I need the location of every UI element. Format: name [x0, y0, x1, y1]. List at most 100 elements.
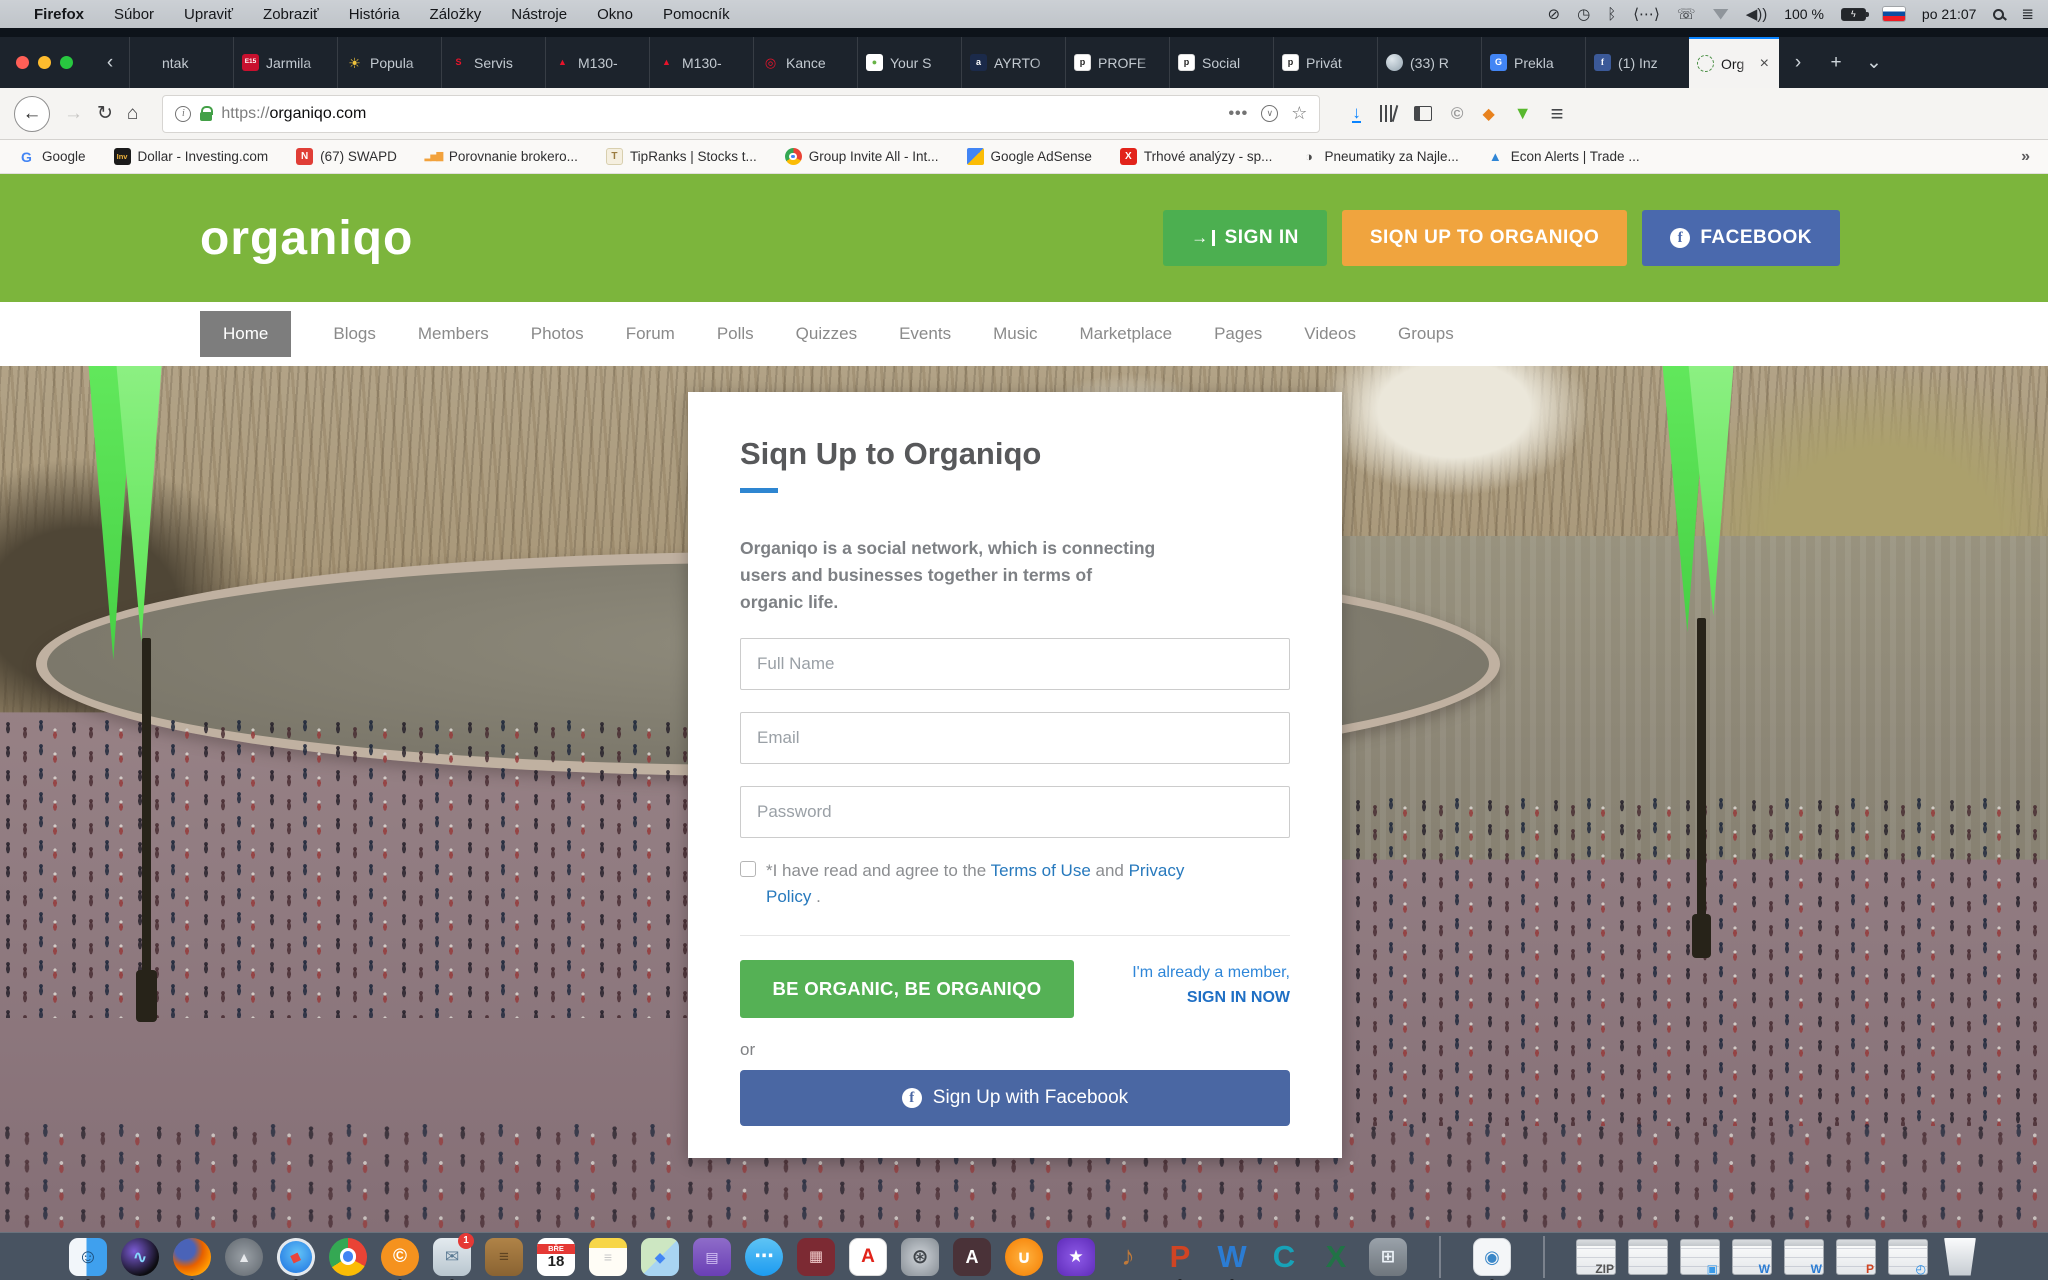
- bookmark-item[interactable]: ▂▅▇ Porovnanie brokero...: [425, 148, 578, 165]
- site-nav-item[interactable]: Members: [418, 324, 489, 344]
- site-nav-item[interactable]: Videos: [1304, 324, 1356, 344]
- sysprefs[interactable]: ⊛: [900, 1236, 940, 1278]
- notification-center-icon[interactable]: ≣: [2021, 5, 2034, 23]
- messages[interactable]: ⋯: [744, 1236, 784, 1278]
- browser-tab[interactable]: S Servis: [441, 37, 545, 88]
- browser-tab[interactable]: G Prekla: [1481, 37, 1585, 88]
- site-nav-item[interactable]: Blogs: [333, 324, 376, 344]
- document-window[interactable]: [1628, 1236, 1668, 1278]
- safari-window[interactable]: ◴: [1888, 1236, 1928, 1278]
- spotlight-search-icon[interactable]: [1993, 9, 2004, 20]
- facebook-header-button[interactable]: f FACEBOOK: [1642, 210, 1840, 266]
- chrome[interactable]: [328, 1236, 368, 1278]
- agree-checkbox[interactable]: [740, 861, 756, 877]
- browser-tab[interactable]: f (1) Inz: [1585, 37, 1689, 88]
- zoom-window-button[interactable]: [60, 56, 73, 69]
- imovie[interactable]: ★: [1056, 1236, 1096, 1278]
- menu-item[interactable]: Záložky: [430, 6, 482, 23]
- word[interactable]: W: [1212, 1236, 1252, 1278]
- trash[interactable]: [1940, 1236, 1980, 1278]
- slovak-flag-icon[interactable]: [1883, 7, 1905, 21]
- browser-tab[interactable]: ▲ M130-: [545, 37, 649, 88]
- time-machine-icon[interactable]: ◷: [1577, 5, 1590, 23]
- bookmark-item[interactable]: ◑ Pneumatiky za Najle...: [1300, 148, 1458, 165]
- signup-with-facebook-button[interactable]: f Sign Up with Facebook: [740, 1070, 1290, 1126]
- url-bar[interactable]: i https://organiqo.com ••• ∨ ☆: [162, 95, 1320, 133]
- finder[interactable]: ☺: [68, 1236, 108, 1278]
- full-name-input[interactable]: [740, 638, 1290, 690]
- browser-tab[interactable]: Org ×: [1689, 37, 1779, 88]
- downloads-icon[interactable]: ↓: [1352, 104, 1361, 123]
- powerpoint[interactable]: P: [1160, 1236, 1200, 1278]
- sidebar-toggle-icon[interactable]: [1414, 106, 1432, 121]
- bookmark-item[interactable]: X Trhové analýzy - sp...: [1120, 148, 1273, 165]
- reader[interactable]: A: [952, 1236, 992, 1278]
- browser-tab[interactable]: ◎ Kance: [753, 37, 857, 88]
- bluetooth-icon[interactable]: ᛒ: [1607, 6, 1616, 23]
- browser-tab[interactable]: ● Your S: [857, 37, 961, 88]
- mail[interactable]: ✉ 1: [432, 1236, 472, 1278]
- site-nav-item[interactable]: Polls: [717, 324, 754, 344]
- browser-tab[interactable]: p PROFE: [1065, 37, 1169, 88]
- site-nav-item[interactable]: Photos: [531, 324, 584, 344]
- scroll-tabs-left-button[interactable]: ‹: [91, 37, 129, 88]
- browser-tab[interactable]: E15 Jarmila: [233, 37, 337, 88]
- site-nav-item[interactable]: Home: [200, 311, 291, 357]
- finder-window[interactable]: ▣: [1680, 1236, 1720, 1278]
- browser-tab[interactable]: ▲ M130-: [649, 37, 753, 88]
- site-nav-item[interactable]: Marketplace: [1079, 324, 1172, 344]
- site-nav-item[interactable]: Pages: [1214, 324, 1262, 344]
- menu-item[interactable]: Súbor: [114, 6, 154, 23]
- acrobat[interactable]: A: [848, 1236, 888, 1278]
- site-nav-item[interactable]: Events: [899, 324, 951, 344]
- bookmark-item[interactable]: ▲ Econ Alerts | Trade ...: [1487, 148, 1640, 165]
- calendar[interactable]: 18: [536, 1236, 576, 1278]
- phone-icon[interactable]: ☏: [1677, 5, 1696, 23]
- video-downloader-icon[interactable]: ▼: [1514, 103, 1532, 124]
- browser-tab[interactable]: ☀ Popula: [337, 37, 441, 88]
- new-tab-button[interactable]: +: [1817, 37, 1855, 88]
- word-window[interactable]: W: [1732, 1236, 1772, 1278]
- page-actions-icon[interactable]: •••: [1228, 105, 1248, 123]
- be-organic-submit-button[interactable]: BE ORGANIC, BE ORGANIQO: [740, 960, 1074, 1018]
- cryptocompare[interactable]: ©: [380, 1236, 420, 1278]
- email-input[interactable]: [740, 712, 1290, 764]
- tab-close-icon[interactable]: ×: [1758, 55, 1771, 73]
- sign-up-button[interactable]: SIQN UP TO ORGANIQO: [1342, 210, 1627, 266]
- site-nav-item[interactable]: Forum: [626, 324, 675, 344]
- menu-item[interactable]: História: [349, 6, 400, 23]
- notes[interactable]: ≡: [588, 1236, 628, 1278]
- site-logo[interactable]: organiqo: [200, 211, 413, 266]
- bookmark-star-icon[interactable]: ☆: [1291, 103, 1307, 124]
- bookmark-item[interactable]: N (67) SWAPD: [296, 148, 397, 165]
- sign-in-now-link[interactable]: SIGN IN NOW: [1132, 989, 1290, 1007]
- bookmark-item[interactable]: Google AdSense: [967, 148, 1092, 165]
- home-button[interactable]: ⌂: [127, 103, 138, 125]
- menu-item[interactable]: Pomocník: [663, 6, 730, 23]
- browser-tab[interactable]: ntak: [129, 37, 233, 88]
- excel[interactable]: X: [1316, 1236, 1356, 1278]
- metamask-fox-icon[interactable]: ◆: [1482, 104, 1494, 124]
- reload-button[interactable]: ↻: [97, 102, 113, 125]
- site-nav-item[interactable]: Music: [993, 324, 1037, 344]
- browser-tab[interactable]: p Social: [1169, 37, 1273, 88]
- remotedesktop[interactable]: ⊞: [1368, 1236, 1408, 1278]
- minimize-window-button[interactable]: [38, 56, 51, 69]
- menu-hamburger-icon[interactable]: ≡: [1551, 101, 1564, 127]
- safari[interactable]: ◆: [276, 1236, 316, 1278]
- all-tabs-dropdown-button[interactable]: ⌄: [1855, 37, 1893, 88]
- siri[interactable]: ∿: [120, 1236, 160, 1278]
- powerpoint-window[interactable]: P: [1836, 1236, 1876, 1278]
- terms-of-use-link[interactable]: Terms of Use: [991, 861, 1091, 880]
- site-nav-item[interactable]: Quizzes: [796, 324, 857, 344]
- ibooks[interactable]: ∪: [1004, 1236, 1044, 1278]
- close-window-button[interactable]: [16, 56, 29, 69]
- bookmark-item[interactable]: Group Invite All - Int...: [785, 148, 939, 165]
- browser-tab[interactable]: (33) R: [1377, 37, 1481, 88]
- page-info-icon[interactable]: i: [175, 106, 191, 122]
- menu-item[interactable]: Nástroje: [511, 6, 567, 23]
- photobooth[interactable]: ▦: [796, 1236, 836, 1278]
- password-input[interactable]: [740, 786, 1290, 838]
- word-window[interactable]: W: [1784, 1236, 1824, 1278]
- code-brackets-icon[interactable]: ⟨⋯⟩: [1633, 5, 1660, 23]
